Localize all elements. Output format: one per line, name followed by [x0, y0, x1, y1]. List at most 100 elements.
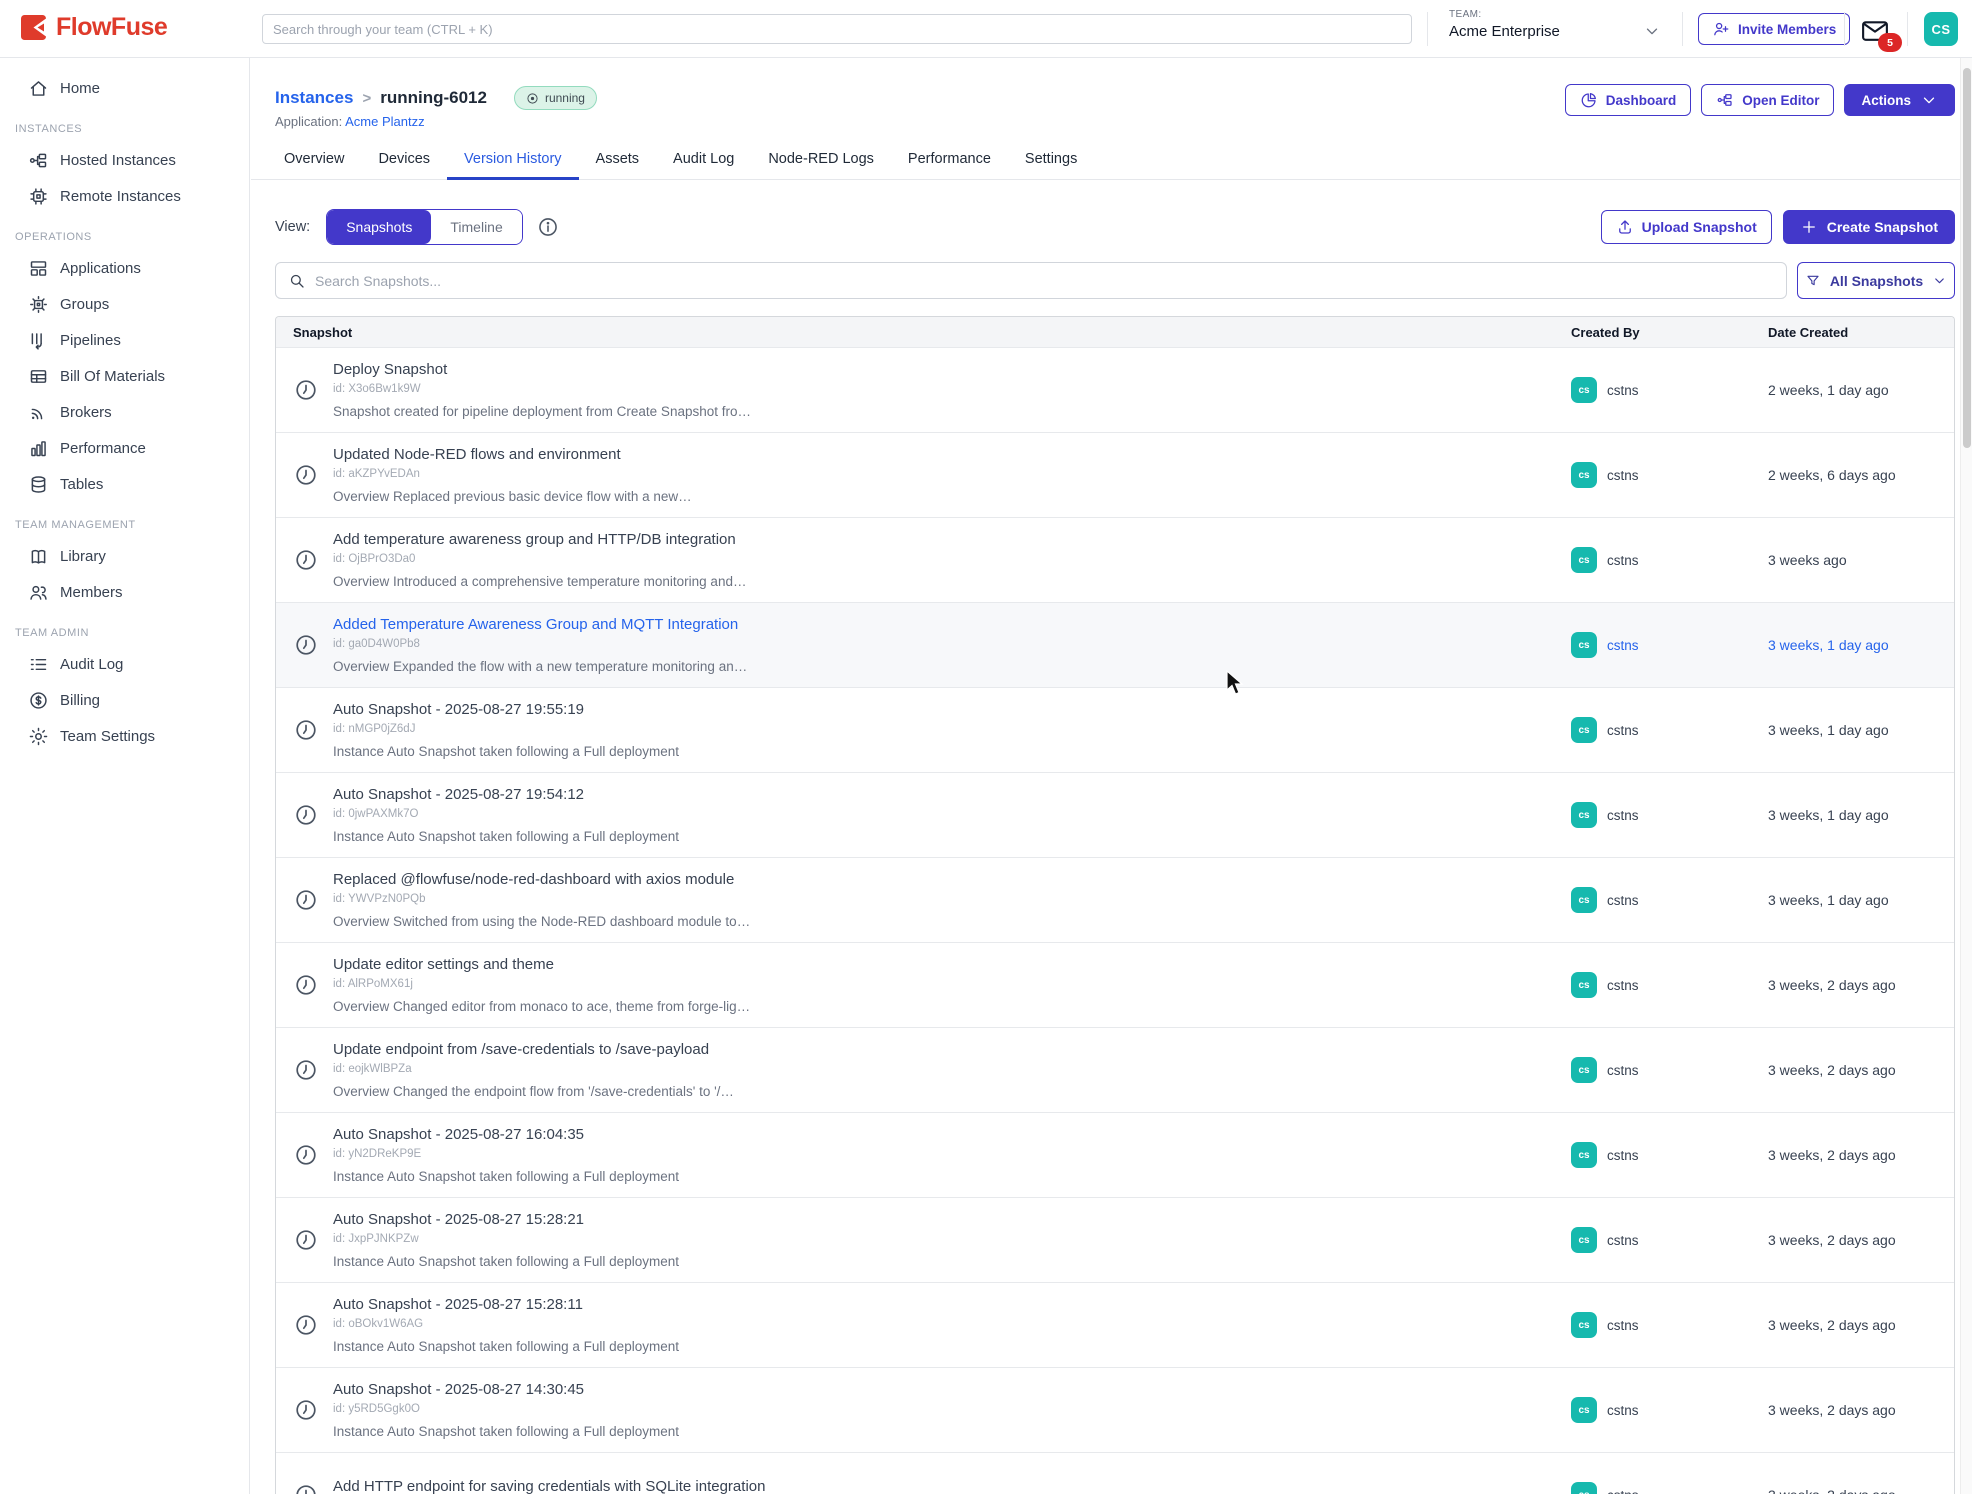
table-row[interactable]: Auto Snapshot - 2025-08-27 14:30:45id: y…	[276, 1367, 1954, 1452]
creator-avatar: cs	[1571, 1482, 1597, 1494]
table-row[interactable]: Auto Snapshot - 2025-08-27 19:54:12 id: 0…	[276, 772, 1954, 857]
sidebar-item-tables[interactable]: Tables	[0, 466, 249, 502]
team-selector[interactable]: TEAM: Acme Enterprise	[1449, 9, 1560, 40]
snapshot-title[interactable]: Auto Snapshot - 2025-08-27 14:30:45	[333, 1381, 679, 1399]
view-toggle: SnapshotsTimeline	[326, 209, 523, 245]
tab-performance[interactable]: Performance	[891, 140, 1008, 180]
chevron-down-icon[interactable]	[1643, 22, 1661, 40]
sidebar-item-home[interactable]: Home	[0, 70, 249, 106]
open-editor-button[interactable]: Open Editor	[1701, 84, 1834, 116]
snapshot-id: id: OjBPrO3Da0	[333, 553, 746, 565]
breadcrumb-instances-link[interactable]: Instances	[275, 88, 353, 108]
view-toggle-snapshots[interactable]: Snapshots	[327, 210, 431, 244]
view-toggle-timeline[interactable]: Timeline	[431, 210, 521, 244]
snapshot-title[interactable]: Auto Snapshot - 2025-08-27 16:04:35	[333, 1126, 679, 1144]
header-actions: Dashboard Open Editor Actions	[1565, 84, 1955, 116]
table-row[interactable]: Update endpoint from /save-credentials t…	[276, 1027, 1954, 1112]
tab-settings[interactable]: Settings	[1008, 140, 1094, 180]
snapshot-id: id: nMGP0jZ6dJ	[333, 723, 679, 735]
snapshot-search	[275, 262, 1787, 299]
view-label: View:	[275, 219, 310, 235]
snapshot-description: Instance Auto Snapshot taken following a…	[333, 744, 679, 759]
page-scrollbar[interactable]	[1960, 58, 1972, 1494]
snapshot-title[interactable]: Auto Snapshot - 2025-08-27 15:28:11	[333, 1296, 679, 1314]
table-row[interactable]: Updated Node-RED flows and environmentid…	[276, 432, 1954, 517]
creator-avatar: cs	[1571, 1057, 1597, 1083]
snapshot-title[interactable]: Update endpoint from /save-credentials t…	[333, 1041, 734, 1059]
creator-name: cstns	[1607, 638, 1639, 653]
table-row[interactable]: Deploy Snapshotid: X3o6Bw1k9WSnapshot cr…	[276, 347, 1954, 432]
tab-assets[interactable]: Assets	[579, 140, 657, 180]
tab-devices[interactable]: Devices	[361, 140, 447, 180]
sidebar-item-brokers[interactable]: Brokers	[0, 394, 249, 430]
snapshot-description: Instance Auto Snapshot taken following a…	[333, 1424, 679, 1439]
table-row[interactable]: Update editor settings and themeid: AlRP…	[276, 942, 1954, 1027]
global-search-input[interactable]	[262, 14, 1412, 44]
table-row[interactable]: Auto Snapshot - 2025-08-27 19:55:19 id: n…	[276, 687, 1954, 772]
table-row[interactable]: Added Temperature Awareness Group and MQ…	[276, 602, 1954, 687]
snapshot-title[interactable]: Deploy Snapshot	[333, 361, 751, 379]
create-snapshot-button[interactable]: Create Snapshot	[1783, 210, 1955, 244]
sidebar-item-label: Performance	[60, 440, 146, 457]
sidebar-item-hosted-instances[interactable]: Hosted Instances	[0, 142, 249, 178]
snapshot-title[interactable]: Replaced @flowfuse/node-red-dashboard wi…	[333, 871, 750, 889]
actions-button[interactable]: Actions	[1844, 84, 1955, 116]
creator-avatar: cs	[1571, 1312, 1597, 1338]
snapshot-title[interactable]: Auto Snapshot - 2025-08-27 15:28:21	[333, 1211, 679, 1229]
date-created: 3 weeks, 2 days ago	[1768, 1283, 1955, 1367]
snapshot-title[interactable]: Updated Node-RED flows and environment	[333, 446, 692, 464]
info-icon[interactable]	[537, 216, 559, 238]
snapshot-search-input[interactable]	[315, 273, 1774, 289]
table-row[interactable]: Auto Snapshot - 2025-08-27 16:04:35id: y…	[276, 1112, 1954, 1197]
sidebar-item-remote-instances[interactable]: Remote Instances	[0, 178, 249, 214]
sidebar-item-audit-log[interactable]: Audit Log	[0, 646, 249, 682]
date-created: 3 weeks, 2 days ago	[1768, 1453, 1955, 1494]
invite-members-button[interactable]: Invite Members	[1698, 13, 1850, 45]
snapshot-id: id: ga0D4W0Pb8	[333, 638, 747, 650]
sidebar-section-label-team-admin: TEAM ADMIN	[15, 627, 249, 639]
sidebar-item-library[interactable]: Library	[0, 538, 249, 574]
open-editor-label: Open Editor	[1742, 93, 1819, 108]
snapshot-id: id: 0jwPAXMk7O	[333, 808, 679, 820]
sidebar-item-members[interactable]: Members	[0, 574, 249, 610]
sidebar-item-billing[interactable]: Billing	[0, 682, 249, 718]
table-row[interactable]: Auto Snapshot - 2025-08-27 15:28:21id: J…	[276, 1197, 1954, 1282]
snapshot-title[interactable]: Update editor settings and theme	[333, 956, 750, 974]
upload-snapshot-button[interactable]: Upload Snapshot	[1601, 210, 1772, 244]
members-icon	[28, 582, 49, 603]
all-snapshots-dropdown[interactable]: All Snapshots	[1797, 262, 1955, 299]
sidebar-item-applications[interactable]: Applications	[0, 250, 249, 286]
sidebar-item-label: Home	[60, 80, 100, 97]
snapshot-description: Overview Changed the endpoint flow from …	[333, 1084, 734, 1099]
snapshot-title[interactable]: Auto Snapshot - 2025-08-27 19:54:12	[333, 786, 679, 804]
column-header-snapshot: Snapshot	[276, 325, 1571, 340]
sidebar-item-pipelines[interactable]: Pipelines	[0, 322, 249, 358]
user-avatar[interactable]: CS	[1924, 12, 1958, 46]
sidebar-item-team-settings[interactable]: Team Settings	[0, 718, 249, 754]
table-row[interactable]: Add temperature awareness group and HTTP…	[276, 517, 1954, 602]
sidebar-item-groups[interactable]: Groups	[0, 286, 249, 322]
flowfuse-logo[interactable]: FlowFuse	[20, 13, 167, 42]
snapshot-title[interactable]: Auto Snapshot - 2025-08-27 19:55:19	[333, 701, 679, 719]
tab-node-red-logs[interactable]: Node-RED Logs	[751, 140, 891, 180]
table-row[interactable]: Auto Snapshot - 2025-08-27 15:28:11id: o…	[276, 1282, 1954, 1367]
scrollbar-thumb[interactable]	[1963, 68, 1971, 448]
snapshot-id: id: X3o6Bw1k9W	[333, 383, 751, 395]
table-row[interactable]: Add HTTP endpoint for saving credentials…	[276, 1452, 1954, 1494]
snapshot-title[interactable]: Add HTTP endpoint for saving credentials…	[333, 1478, 765, 1494]
date-created: 3 weeks, 1 day ago	[1768, 773, 1955, 857]
dashboard-button[interactable]: Dashboard	[1565, 84, 1692, 116]
table-row[interactable]: Replaced @flowfuse/node-red-dashboard wi…	[276, 857, 1954, 942]
tables-icon	[28, 474, 49, 495]
tab-version-history[interactable]: Version History	[447, 140, 579, 180]
sidebar-item-bill-of-materials[interactable]: Bill Of Materials	[0, 358, 249, 394]
tab-audit-log[interactable]: Audit Log	[656, 140, 751, 180]
application-link[interactable]: Acme Plantzz	[345, 114, 424, 129]
tab-overview[interactable]: Overview	[267, 140, 361, 180]
status-badge: running	[514, 86, 597, 110]
snapshot-title[interactable]: Add temperature awareness group and HTTP…	[333, 531, 746, 549]
sidebar-item-performance[interactable]: Performance	[0, 430, 249, 466]
sidebar-item-label: Audit Log	[60, 656, 123, 673]
snapshot-title[interactable]: Added Temperature Awareness Group and MQ…	[333, 616, 747, 634]
snapshot-description: Instance Auto Snapshot taken following a…	[333, 1169, 679, 1184]
